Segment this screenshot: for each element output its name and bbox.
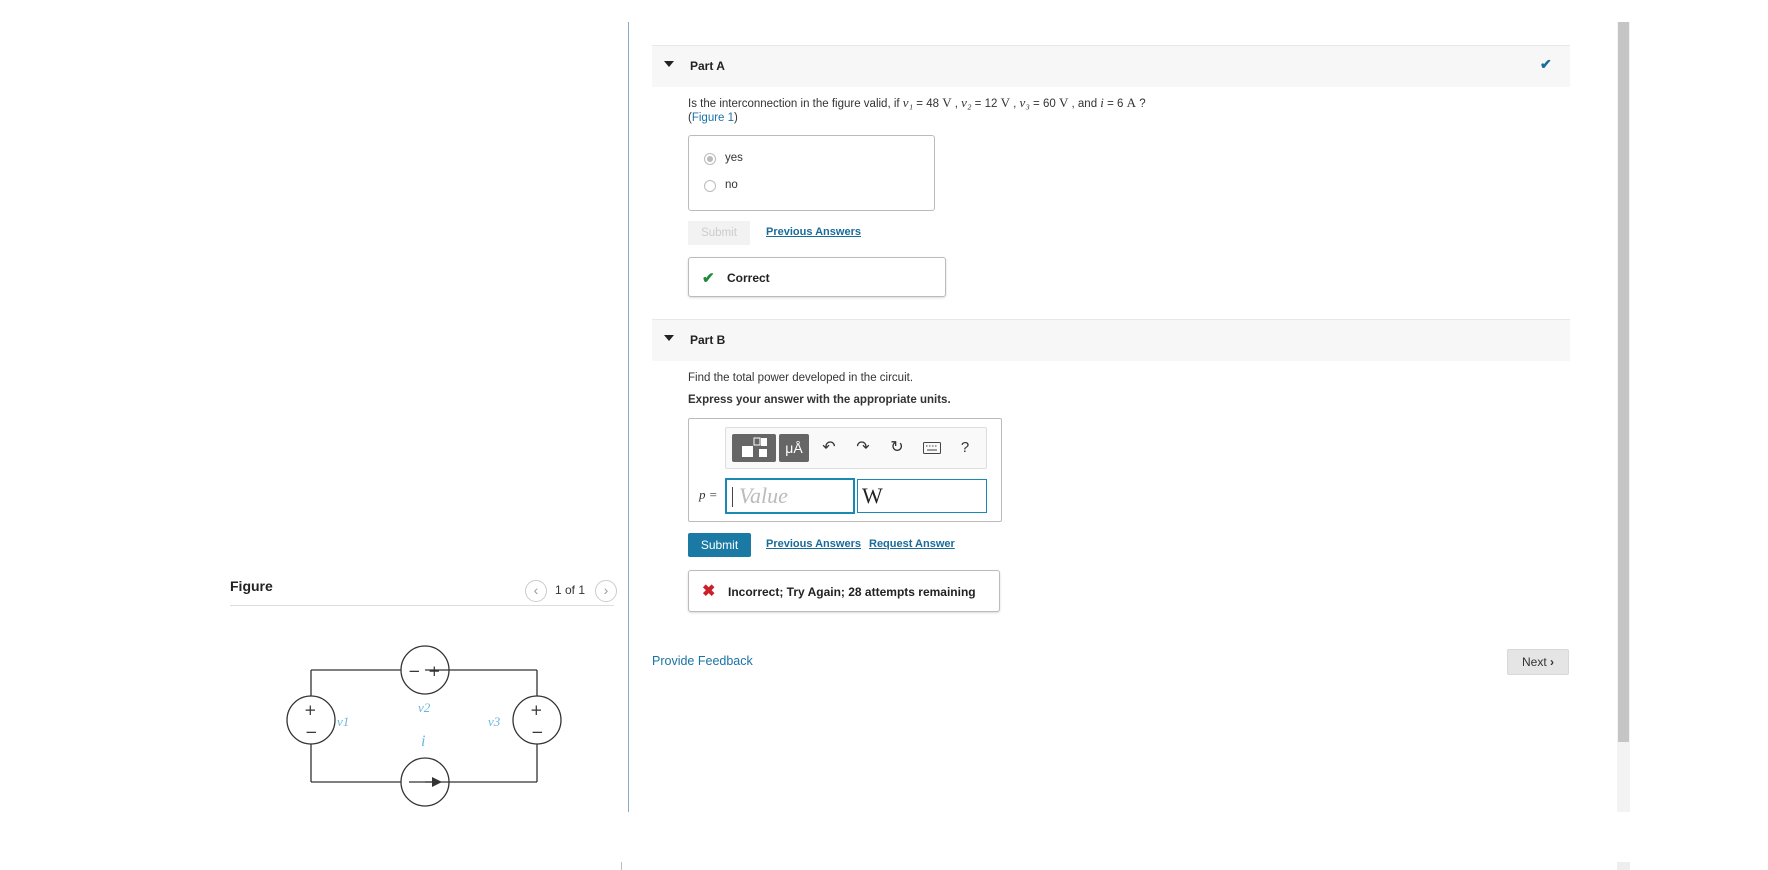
- part-a-submit-button[interactable]: Submit: [688, 221, 750, 245]
- choice-no-label[interactable]: no: [725, 179, 738, 191]
- comma: ,: [1009, 98, 1020, 110]
- v3-value: = 60: [1029, 98, 1059, 110]
- value-input[interactable]: Value: [725, 478, 855, 514]
- figure-title: Figure: [230, 578, 273, 594]
- part-b-instruction: Express your answer with the appropriate…: [688, 394, 951, 406]
- templates-icon: [742, 437, 767, 457]
- part-a-feedback: ✔ Correct: [688, 257, 946, 297]
- question-suffix: ?: [1136, 98, 1146, 110]
- help-button[interactable]: ?: [954, 434, 976, 462]
- part-b-question: Find the total power developed in the ci…: [688, 372, 914, 384]
- and-text: , and: [1068, 98, 1101, 110]
- radio-no[interactable]: [704, 180, 716, 192]
- undo-button[interactable]: ↶: [818, 434, 840, 462]
- keyboard-button[interactable]: [920, 434, 944, 462]
- provide-feedback-link[interactable]: Provide Feedback: [652, 654, 753, 668]
- i-unit: A: [1126, 95, 1137, 110]
- v3-plus-sign: +: [530, 701, 543, 719]
- panel-divider: [628, 22, 629, 812]
- v3-unit: V: [1058, 95, 1069, 110]
- keyboard-icon: [923, 442, 941, 454]
- scrollbar-bottom: [1617, 862, 1630, 870]
- choice-yes-label[interactable]: yes: [725, 152, 743, 164]
- v2-unit: V: [1000, 95, 1010, 110]
- part-a-label: Part A: [690, 59, 725, 73]
- v3-minus-sign: −: [531, 723, 544, 741]
- figure-1-link[interactable]: Figure 1: [692, 112, 734, 124]
- chevron-right-icon: ›: [603, 582, 609, 598]
- part-b-feedback: ✖ Incorrect; Try Again; 28 attempts rema…: [688, 570, 1000, 612]
- caret-down-icon: [664, 61, 674, 67]
- checkmark-icon: ✔: [1540, 56, 1552, 72]
- redo-icon: ↷: [856, 439, 870, 456]
- units-button[interactable]: μÅ: [779, 434, 809, 462]
- chevron-right-icon: ›: [1550, 655, 1555, 669]
- choice-box: yes no: [688, 135, 935, 211]
- figure-page-indicator: 1 of 1: [555, 583, 586, 597]
- paren-close: ): [734, 112, 738, 124]
- figure-prev-button[interactable]: ‹: [525, 580, 547, 602]
- v1-label: v1: [337, 714, 349, 729]
- v2-minus-sign: −: [408, 662, 421, 680]
- current-arrowhead: [432, 777, 442, 787]
- v1-plus-sign: +: [304, 701, 317, 719]
- v2-plus-sign: +: [428, 662, 441, 680]
- radio-yes[interactable]: [704, 153, 716, 165]
- v2-symbol: v₂: [961, 95, 972, 110]
- panel-divider-bottom: [621, 862, 622, 870]
- part-b-label: Part B: [690, 333, 726, 347]
- math-toolbar: μÅ ↶ ↷ ↻ ?: [725, 427, 987, 469]
- caret-down-icon: [664, 335, 674, 341]
- undo-icon: ↶: [822, 439, 836, 456]
- v2-value: = 12: [971, 98, 1001, 110]
- next-label: Next: [1521, 655, 1547, 669]
- v1-unit: V: [942, 95, 952, 110]
- templates-button[interactable]: [732, 434, 776, 462]
- v1-symbol: v₁: [902, 95, 914, 110]
- feedback-correct-text: Correct: [727, 271, 770, 285]
- close-icon: ✖: [702, 583, 716, 600]
- v1-value: = 48: [913, 98, 943, 110]
- reset-icon: ↻: [890, 439, 904, 456]
- comma: ,: [951, 98, 962, 110]
- v3-label: v3: [488, 714, 501, 729]
- scrollbar-thumb[interactable]: [1618, 22, 1629, 742]
- unit-input[interactable]: W: [857, 479, 987, 513]
- part-a-header[interactable]: Part A ✔: [652, 45, 1570, 87]
- question-text: Is the interconnection in the figure val…: [688, 98, 903, 110]
- answer-box: μÅ ↶ ↷ ↻ ? p = Value W: [688, 418, 1002, 522]
- part-b-submit-button[interactable]: Submit: [688, 533, 751, 557]
- reset-button[interactable]: ↻: [886, 434, 908, 462]
- variable-label: p =: [699, 487, 718, 502]
- checkmark-icon: ✔: [702, 270, 715, 287]
- part-b-previous-answers-link[interactable]: Previous Answers: [766, 538, 861, 550]
- figure-next-button[interactable]: ›: [595, 580, 617, 602]
- v3-symbol: v₃: [1019, 95, 1030, 110]
- part-a-question: Is the interconnection in the figure val…: [688, 96, 1146, 125]
- redo-button[interactable]: ↷: [852, 434, 874, 462]
- request-answer-link[interactable]: Request Answer: [869, 538, 955, 550]
- i-label: i: [421, 733, 425, 750]
- i-value: = 6: [1103, 98, 1127, 110]
- part-a-previous-answers-link[interactable]: Previous Answers: [766, 226, 861, 238]
- feedback-incorrect-text: Incorrect; Try Again; 28 attempts remain…: [728, 585, 976, 599]
- figure-divider: [230, 605, 614, 606]
- circuit-figure: + − − + + − v1 v2 v3 i: [286, 645, 562, 807]
- v2-label: v2: [418, 700, 431, 715]
- chevron-left-icon: ‹: [533, 582, 539, 598]
- part-b-header[interactable]: Part B: [652, 319, 1570, 361]
- next-button[interactable]: Next ›: [1507, 649, 1569, 675]
- v1-minus-sign: −: [305, 723, 318, 741]
